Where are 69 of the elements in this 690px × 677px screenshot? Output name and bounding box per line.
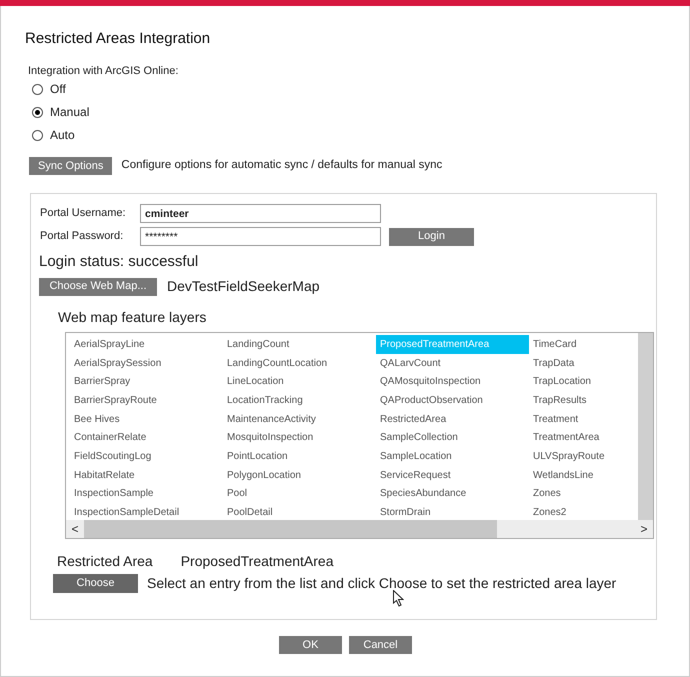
sync-description: Configure options for automatic sync / defaults for manual sync [121,158,442,174]
layer-item[interactable]: FieldScoutingLog [70,447,223,466]
choose-button[interactable]: Choose [53,574,138,593]
layer-item[interactable]: TrapResults [529,391,682,410]
layer-item[interactable]: Pool [223,484,376,504]
login-button[interactable]: Login [389,228,474,246]
password-label: Portal Password: [40,229,124,244]
layer-item[interactable]: Zones [529,484,682,504]
layer-item[interactable]: SampleLocation [376,447,529,466]
layer-item[interactable]: InspectionSample [70,484,223,504]
restricted-area-value: ProposedTreatmentArea [180,552,334,571]
layer-item[interactable]: StormDrain [376,503,529,522]
layer-item[interactable]: LineLocation [223,372,376,392]
layer-item[interactable]: WetlandsLine [529,466,682,484]
layer-item[interactable]: TrapData [529,354,682,372]
username-field[interactable]: cminteer [140,204,381,223]
layer-item[interactable]: BarrierSprayRoute [70,391,223,410]
cancel-button[interactable]: Cancel [349,636,412,654]
radio-option[interactable]: Auto [32,126,90,144]
mouse-pointer-icon [393,590,404,607]
layer-item[interactable]: RestrictedArea [376,410,529,428]
layer-item[interactable]: TrapLocation [529,372,682,392]
username-label: Portal Username: [40,206,127,222]
layer-item[interactable]: QALarvCount [376,354,529,372]
login-status: Login status: successful [39,252,198,272]
radio-button[interactable] [32,106,43,118]
layer-item[interactable]: AerialSprayLine [70,335,223,354]
layer-item[interactable]: PolygonLocation [223,466,376,484]
layer-item[interactable]: QAProductObservation [376,391,529,410]
layer-item[interactable]: SpeciesAbundance [376,484,529,504]
scroll-left-button[interactable]: < [66,520,84,538]
scroll-right-button[interactable]: > [635,520,653,538]
layer-item[interactable]: PoolDetail [223,503,376,522]
choose-hint: Select an entry from the list and click Choose to set the restricted area layer [147,574,616,593]
layer-item[interactable]: LandingCountLocation [223,354,376,372]
layer-item[interactable]: ServiceRequest [376,466,529,484]
layer-item[interactable]: SampleCollection [376,428,529,448]
password-field[interactable]: ******** [140,227,381,246]
layer-item[interactable]: Bee Hives [70,410,223,428]
layer-item[interactable]: LandingCount [223,335,376,354]
layer-item[interactable]: Treatment [529,410,682,428]
sync-options-button[interactable]: Sync Options [29,157,112,175]
layer-item[interactable]: AerialSpraySession [70,354,223,372]
layer-item[interactable]: BarrierSpray [70,372,223,392]
layer-item[interactable]: MosquitoInspection [223,428,376,448]
layers-heading: Web map feature layers [58,308,206,327]
layer-item[interactable]: PointLocation [223,447,376,466]
ok-button[interactable]: OK [279,636,342,654]
choose-web-map-button[interactable]: Choose Web Map... [39,278,157,296]
radio-option[interactable]: Manual [32,103,90,121]
vertical-scrollbar[interactable] [638,333,653,520]
web-map-name: DevTestFieldSeekerMap [167,277,320,296]
layer-item[interactable]: MaintenanceActivity [223,410,376,428]
layer-item[interactable]: Zones2 [529,503,682,522]
restricted-area-label: Restricted Area [57,552,153,571]
layer-item[interactable]: TreatmentArea [529,428,682,448]
layer-item[interactable]: TimeCard [529,335,682,354]
radio-button[interactable] [32,84,43,94]
horizontal-scrollbar-thumb[interactable] [84,520,497,538]
integration-label: Integration with ArcGIS Online: [28,64,178,79]
layer-item[interactable]: InspectionSampleDetail [70,503,223,522]
layer-item[interactable]: LocationTracking [223,391,376,410]
radio-option[interactable]: Off [32,80,90,98]
layer-item[interactable]: QAMosquitoInspection [376,372,529,392]
layer-item[interactable]: HabitatRelate [70,466,223,484]
radio-button[interactable] [32,130,43,140]
dialog-title: Restricted Areas Integration [25,29,210,49]
layer-item[interactable]: ContainerRelate [70,428,223,448]
layer-item[interactable]: ULVSprayRoute [529,447,682,466]
